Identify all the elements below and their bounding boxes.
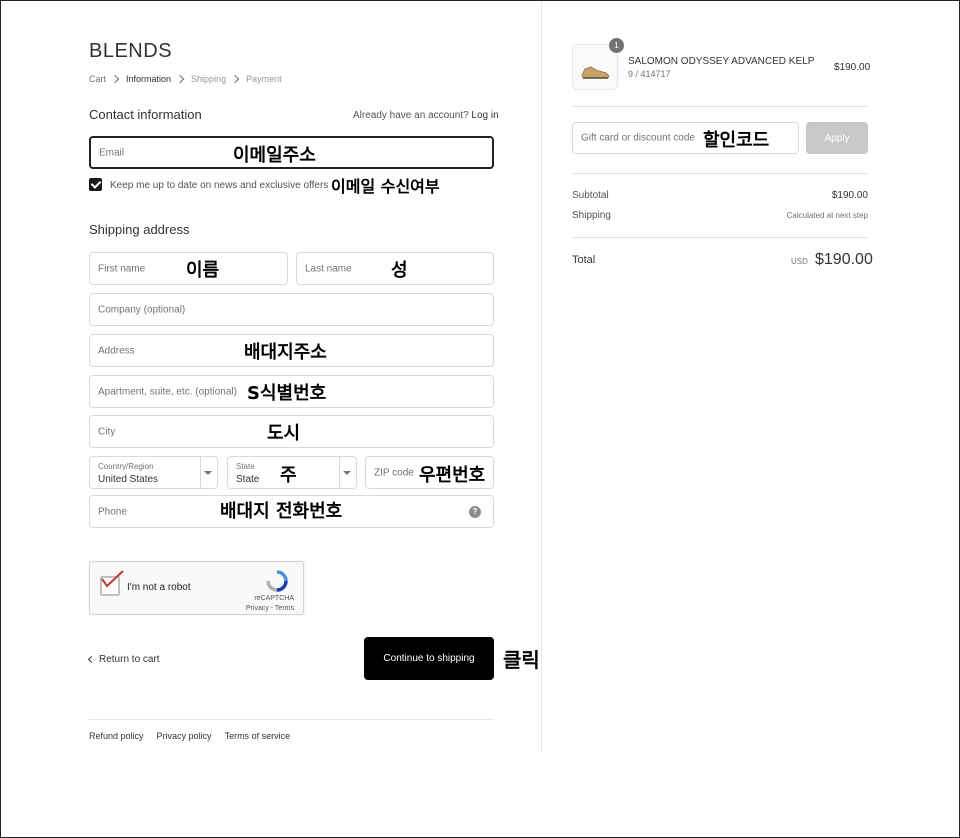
column-divider: [541, 1, 542, 753]
phone-placeholder: Phone: [98, 506, 127, 517]
discount-placeholder: Gift card or discount code: [581, 132, 695, 144]
summary-divider: [572, 173, 868, 174]
annotation-discount: 할인코드: [703, 130, 770, 151]
annotation-last-name: 성: [391, 260, 408, 281]
breadcrumb: Cart Information Shipping Payment: [89, 74, 282, 84]
annotation-apartment: S식별번호: [247, 383, 327, 404]
recaptcha-logo-icon: [266, 570, 288, 592]
shipping-heading: Shipping address: [89, 222, 190, 237]
annotation-newsletter: 이메일 수신여부: [331, 177, 440, 196]
breadcrumb-information: Information: [126, 74, 172, 84]
privacy-policy-link[interactable]: Privacy policy: [157, 731, 212, 741]
state-label: State: [236, 462, 255, 471]
summary-divider: [572, 237, 868, 238]
continue-to-shipping-button[interactable]: Continue to shipping: [364, 637, 494, 680]
summary-divider: [572, 106, 868, 107]
help-icon[interactable]: ?: [469, 505, 481, 518]
select-divider: [200, 457, 201, 488]
breadcrumb-shipping: Shipping: [191, 74, 227, 84]
company-field[interactable]: Company (optional): [89, 293, 494, 326]
return-label: Return to cart: [99, 654, 160, 665]
subtotal-label: Subtotal: [572, 190, 609, 201]
recaptcha-label: I'm not a robot: [127, 582, 191, 593]
recaptcha-widget: I'm not a robot reCAPTCHA Privacy - Term…: [89, 561, 304, 615]
checkmark-icon: [101, 570, 124, 588]
total-currency: USD: [791, 257, 808, 266]
product-name: SALOMON ODYSSEY ADVANCED KELP: [628, 56, 815, 67]
state-value: State: [236, 474, 260, 485]
account-prompt: Already have an account? Log in: [353, 110, 499, 121]
country-value: United States: [98, 474, 159, 485]
breadcrumb-cart[interactable]: Cart: [89, 74, 106, 84]
chevron-left-icon: [87, 655, 96, 664]
quantity-badge: 1: [609, 38, 624, 53]
annotation-phone: 배대지 전화번호: [220, 501, 343, 522]
store-logo[interactable]: BLENDS: [89, 40, 172, 63]
chevron-right-icon: [110, 74, 120, 84]
shipping-label: Shipping: [572, 210, 611, 221]
recaptcha-terms[interactable]: Privacy - Terms: [246, 605, 294, 612]
return-to-cart-link[interactable]: Return to cart: [87, 654, 160, 665]
chevron-right-icon: [175, 74, 185, 84]
login-link[interactable]: Log in: [471, 110, 498, 121]
total-value: $190.00: [815, 251, 873, 268]
product-price: $190.00: [834, 62, 871, 73]
chevron-down-icon: [343, 471, 351, 475]
annotation-state: 주: [280, 465, 297, 486]
annotation-continue: 클릭: [503, 648, 540, 672]
apply-button[interactable]: Apply: [806, 122, 868, 154]
total-label: Total: [572, 254, 596, 266]
subtotal-value: $190.00: [831, 190, 868, 201]
apartment-placeholder: Apartment, suite, etc. (optional): [98, 386, 237, 397]
account-prompt-text: Already have an account?: [353, 110, 469, 121]
shoe-icon: [581, 66, 610, 79]
newsletter-label: Keep me up to date on news and exclusive…: [110, 180, 329, 191]
address-placeholder: Address: [98, 345, 135, 356]
city-placeholder: City: [98, 426, 116, 437]
select-divider: [339, 457, 340, 488]
country-label: Country/Region: [98, 462, 154, 471]
annotation-city: 도시: [267, 423, 301, 444]
country-select[interactable]: Country/Region United States: [89, 456, 218, 489]
newsletter-checkbox[interactable]: [89, 178, 102, 191]
chevron-right-icon: [230, 74, 240, 84]
product-variant: 9 / 414717: [628, 69, 671, 79]
first-name-placeholder: First name: [98, 263, 146, 274]
company-placeholder: Company (optional): [98, 304, 186, 315]
email-placeholder: Email: [99, 147, 125, 158]
annotation-address: 배대지주소: [244, 342, 327, 363]
recaptcha-brand: reCAPTCHA: [254, 595, 294, 602]
footer-divider: [89, 719, 494, 720]
chevron-down-icon: [204, 471, 212, 475]
breadcrumb-payment: Payment: [246, 74, 282, 84]
shipping-value: Calculated at next step: [786, 211, 868, 220]
footer-links: Refund policy Privacy policy Terms of se…: [89, 731, 290, 741]
refund-policy-link[interactable]: Refund policy: [89, 731, 144, 741]
annotation-email: 이메일주소: [233, 145, 316, 166]
contact-heading: Contact information: [89, 107, 202, 122]
zip-placeholder: ZIP code: [374, 467, 414, 478]
annotation-first-name: 이름: [186, 260, 220, 281]
last-name-placeholder: Last name: [305, 263, 352, 274]
annotation-zip: 우편번호: [419, 465, 486, 486]
terms-of-service-link[interactable]: Terms of service: [225, 731, 291, 741]
